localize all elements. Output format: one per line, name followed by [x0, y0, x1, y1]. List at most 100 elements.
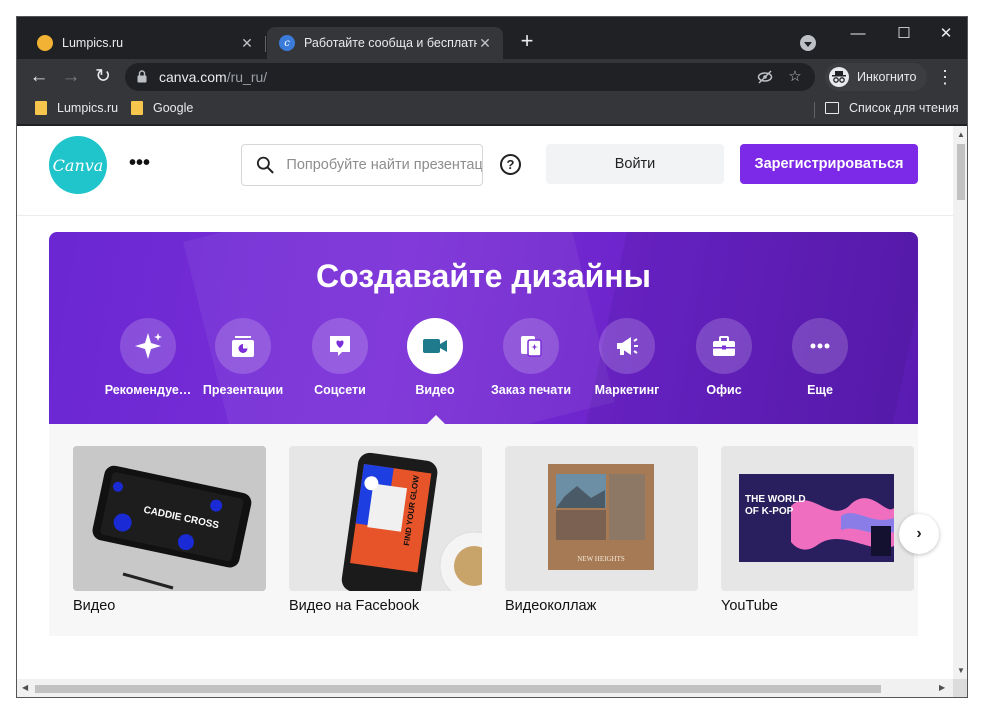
category-label: Офис — [706, 383, 742, 397]
scroll-left-icon[interactable]: ◀ — [22, 683, 28, 692]
bookmark-separator — [814, 102, 815, 118]
folder-icon — [131, 101, 143, 115]
bookmark-google[interactable]: Google — [131, 101, 193, 115]
horizontal-scroll-thumb[interactable] — [35, 685, 881, 693]
tab-title: Lumpics.ru — [62, 36, 124, 50]
scroll-up-icon[interactable]: ▲ — [957, 130, 965, 139]
reading-list-icon — [825, 102, 839, 114]
scrollbar-corner — [953, 679, 967, 697]
template-card-youtube[interactable]: THE WORLD OF K-POP YouTube — [721, 446, 914, 614]
template-card-video[interactable]: CADDIE CROSS Видео — [73, 446, 266, 614]
template-card-video-collage[interactable]: NEW HEIGHTS Видеоколлаж — [505, 446, 698, 614]
hero-banner: Создавайте дизайны Рекомендуе… Презентац… — [49, 232, 918, 424]
template-card-facebook-video[interactable]: FIND YOUR GLOW Видео на Facebook — [289, 446, 482, 614]
reload-icon[interactable]: ↻ — [91, 65, 115, 89]
tab-canva[interactable]: c Работайте сообща и бесплатно ✕ — [267, 27, 503, 59]
horizontal-scrollbar[interactable]: ◀ ▶ — [17, 679, 953, 697]
bookmark-lumpics[interactable]: Lumpics.ru — [35, 101, 118, 115]
bookmark-label: Google — [153, 101, 194, 115]
template-thumbnail: THE WORLD OF K-POP — [721, 446, 914, 591]
tab-lumpics[interactable]: Lumpics.ru ✕ — [25, 27, 265, 59]
template-label: YouTube — [721, 598, 778, 614]
megaphone-icon — [599, 318, 655, 374]
lock-icon — [137, 70, 147, 83]
reading-list-button[interactable]: Список для чтения — [825, 101, 959, 115]
category-presentations[interactable]: Презентации — [193, 318, 293, 397]
incognito-button[interactable]: Инкогнито — [825, 63, 927, 91]
login-button[interactable]: Войти — [546, 144, 724, 184]
search-input[interactable]: Попробуйте найти презентации — [241, 144, 483, 186]
reading-list-label: Список для чтения — [849, 101, 959, 115]
canva-logo[interactable]: Canva — [49, 136, 107, 194]
tab-strip: Lumpics.ru ✕ c Работайте сообща и беспла… — [17, 17, 967, 59]
close-tab-icon[interactable]: ✕ — [477, 35, 493, 52]
incognito-icon — [829, 67, 849, 87]
vertical-scroll-thumb[interactable] — [957, 144, 965, 200]
help-icon[interactable]: ? — [500, 154, 521, 175]
category-print[interactable]: Заказ печати — [481, 318, 581, 397]
sparkle-icon — [120, 318, 176, 374]
template-thumbnail: CADDIE CROSS — [73, 446, 266, 591]
search-placeholder: Попробуйте найти презентации — [286, 157, 482, 173]
url-text: canva.com/ru_ru/ — [159, 69, 267, 85]
back-arrow-icon[interactable]: ← — [27, 65, 51, 89]
category-more[interactable]: Еще — [770, 318, 870, 397]
search-icon — [256, 156, 274, 174]
template-label: Видео — [73, 598, 116, 614]
category-label: Соцсети — [314, 383, 366, 397]
close-window-button[interactable]: ✕ — [923, 23, 967, 47]
active-category-pointer — [426, 415, 446, 425]
more-icon — [792, 318, 848, 374]
category-label: Маркетинг — [594, 383, 660, 397]
url-path: /ru_ru/ — [226, 69, 268, 85]
url-host: canva.com — [159, 69, 227, 85]
tab-title: Работайте сообща и бесплатно — [304, 36, 477, 50]
browser-toolbar: ← → ↻ canva.com/ru_ru/ ☆ Инкогнито ⋮ — [17, 59, 967, 95]
category-label: Презентации — [202, 383, 284, 397]
star-icon[interactable]: ☆ — [787, 69, 803, 85]
browser-window: Lumpics.ru ✕ c Работайте сообща и беспла… — [16, 16, 968, 698]
category-video[interactable]: Видео — [385, 318, 485, 397]
maximize-button[interactable]: ☐ — [881, 23, 927, 47]
bookmarks-bar: Lumpics.ru Google Список для чтения — [17, 95, 967, 125]
new-tab-button[interactable]: + — [515, 30, 539, 54]
category-office[interactable]: Офис — [674, 318, 774, 397]
templates-panel: CADDIE CROSS Видео FIND YOUR GLOW Видео … — [49, 424, 918, 636]
category-label: Еще — [807, 383, 833, 397]
more-menu-icon[interactable]: ••• — [129, 152, 150, 175]
eye-off-icon[interactable] — [757, 69, 773, 85]
template-label: Видео на Facebook — [289, 598, 420, 614]
print-order-icon — [503, 318, 559, 374]
incognito-label: Инкогнито — [857, 70, 917, 84]
minimize-button[interactable]: — — [835, 23, 881, 47]
hero-title: Создавайте дизайны — [316, 258, 651, 294]
template-thumbnail: FIND YOUR GLOW — [289, 446, 482, 591]
vertical-scrollbar[interactable]: ▲ ▼ — [953, 126, 967, 679]
close-tab-icon[interactable]: ✕ — [239, 35, 255, 52]
page-viewport: Canva ••• Попробуйте найти презентации ?… — [17, 126, 953, 679]
template-thumbnail: NEW HEIGHTS — [505, 446, 698, 591]
tab-search-icon[interactable] — [800, 35, 816, 51]
category-social[interactable]: Соцсети — [290, 318, 390, 397]
folder-icon — [35, 101, 47, 115]
carousel-next-button[interactable]: › — [899, 514, 939, 554]
tab-separator — [265, 36, 266, 52]
scroll-right-icon[interactable]: ▶ — [939, 683, 945, 692]
video-camera-icon — [407, 318, 463, 374]
canva-header: Canva ••• Попробуйте найти презентации ?… — [17, 126, 953, 216]
canva-favicon-icon: c — [279, 35, 295, 51]
scroll-down-icon[interactable]: ▼ — [957, 666, 965, 675]
thumbnail-text: THE WORLD OF K-POP — [745, 494, 806, 517]
category-recommended[interactable]: Рекомендуе… — [98, 318, 198, 397]
presentation-icon — [215, 318, 271, 374]
browser-menu-icon[interactable]: ⋮ — [935, 65, 955, 89]
category-marketing[interactable]: Маркетинг — [577, 318, 677, 397]
category-label: Видео — [415, 383, 455, 397]
template-label: Видеоколлаж — [505, 598, 597, 614]
address-bar[interactable]: canva.com/ru_ru/ ☆ — [125, 63, 815, 91]
forward-arrow-icon[interactable]: → — [59, 65, 83, 89]
signup-button[interactable]: Зарегистрироваться — [740, 144, 918, 184]
lumpics-favicon-icon — [37, 35, 53, 51]
category-label: Рекомендуе… — [104, 383, 192, 397]
heart-chat-icon — [312, 318, 368, 374]
